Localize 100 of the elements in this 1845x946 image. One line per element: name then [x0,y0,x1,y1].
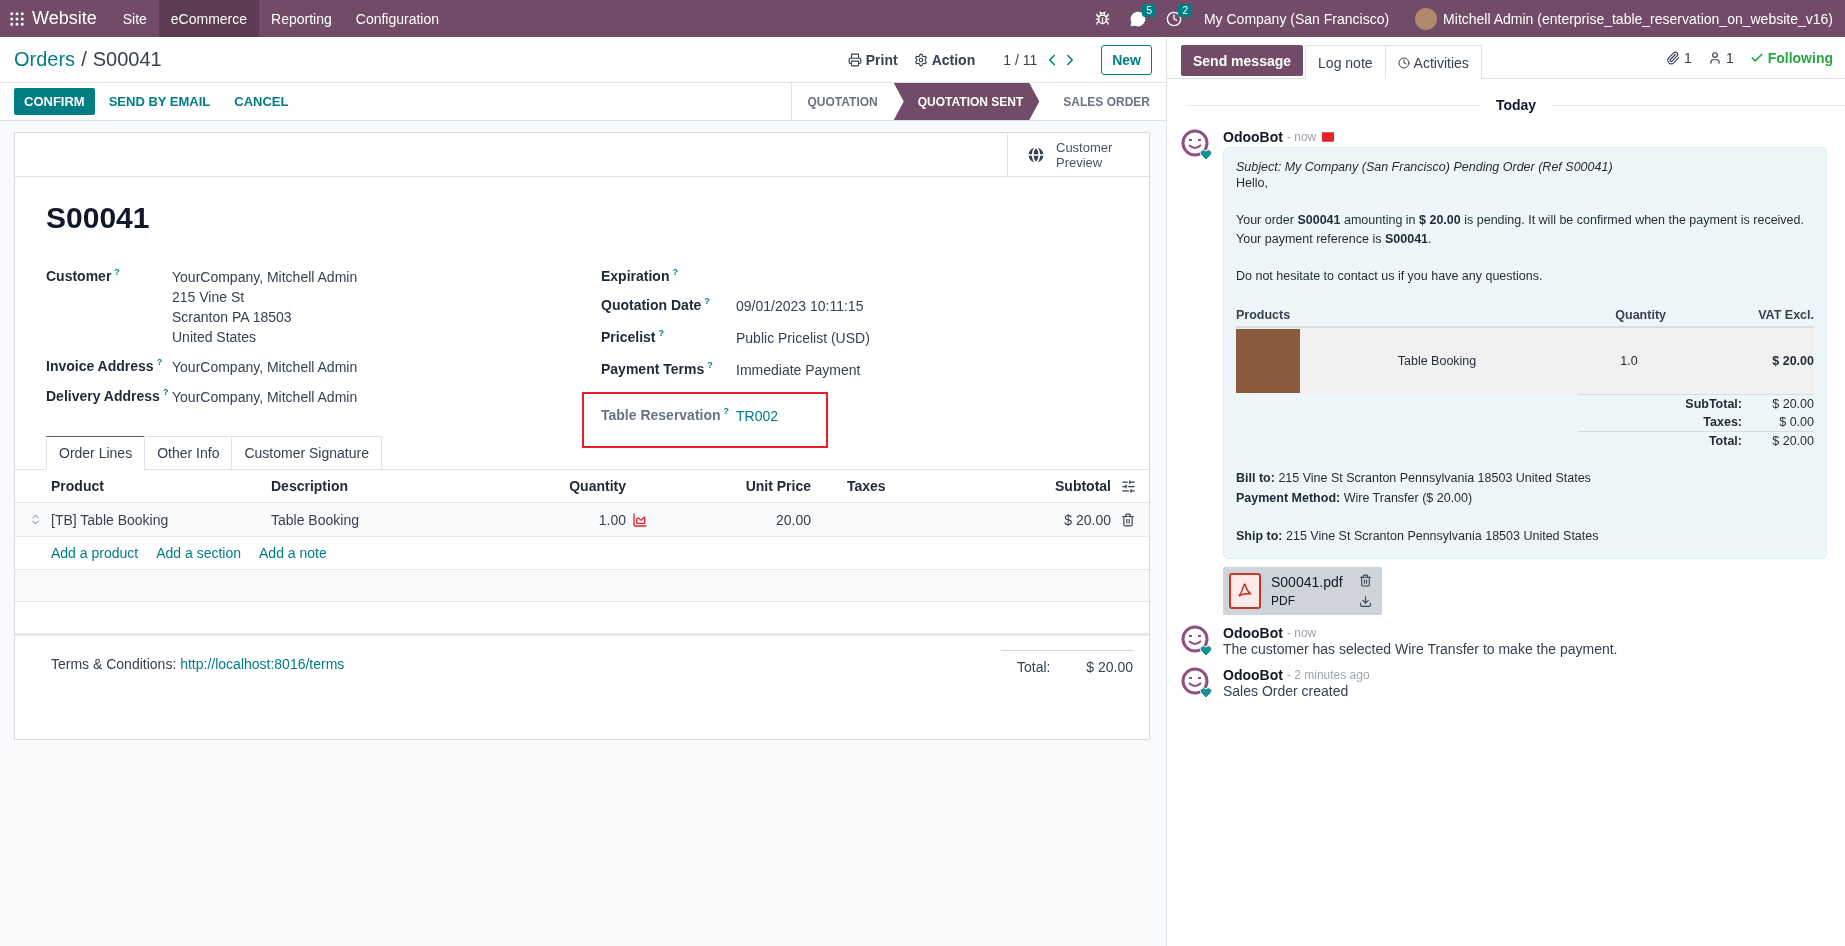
chatter-button[interactable]: Log note [1305,45,1386,79]
column-settings-icon[interactable] [1121,478,1136,494]
new-button[interactable]: New [1101,44,1152,75]
terms-link[interactable]: http://localhost:8016/terms [180,656,345,672]
total-value: $ 0.00 [1778,415,1814,429]
table-cell-text: Table Booking [1396,354,1478,368]
smiley-avatar-icon [1181,625,1213,657]
debug-icon[interactable] [1094,11,1110,26]
count-badge: 5 [1142,4,1156,17]
column-header[interactable]: Quantity [561,478,626,494]
column-header[interactable]: Unit Price [661,478,841,494]
count-badge: 2 [1178,4,1192,17]
forecast-chart-icon[interactable] [632,511,648,528]
field-value: YourCompany, Mitchell Admin [172,358,359,377]
notebook-tab[interactable]: Customer Signature [231,436,382,470]
total-value: $ 20.00 [1086,659,1133,675]
add-line-link[interactable]: Add a product [51,545,139,561]
paperclip-icon[interactable] [1666,50,1681,65]
message-author[interactable]: OdooBot [1223,129,1283,145]
message-text: Your order S00041 amounting in $ 20.00 is pending. It will be confirmed when the payment is received. [1236,213,1804,227]
message-time: - now [1286,626,1317,640]
photo-placeholder [1236,329,1300,393]
action-button[interactable]: CONFIRM [14,88,95,115]
breadcrumb-separator: / [81,48,87,71]
menu-item[interactable]: Reporting [259,0,344,37]
help-mark[interactable]: ? [723,405,730,416]
company-switcher[interactable]: My Company (San Francisco) [1191,0,1402,37]
menu-item[interactable]: Configuration [343,0,452,37]
help-mark[interactable]: ? [658,327,664,338]
help-mark[interactable]: ? [704,295,710,306]
chatter-button[interactable]: Activities [1384,45,1482,79]
field-value: Public Pricelist (USD) [736,328,871,348]
followers-icon[interactable] [1707,50,1722,65]
field-label: Payment Terms [601,360,705,377]
message-text: Hello, [1236,176,1268,190]
status-stage[interactable]: QUOTATION SENT [893,83,1040,120]
attachment-count[interactable]: 1 [1684,49,1692,66]
table-cell-text: 1.00 [597,511,626,528]
action-button[interactable]: SEND BY EMAIL [98,88,221,115]
pager-value: 1 / 11 [1003,51,1038,68]
clock-icon [1397,56,1410,69]
help-mark[interactable]: ? [162,387,169,397]
apps-menu-icon[interactable] [8,9,26,28]
message-text: The customer has selected Wire Transfer to make the payment. [1223,641,1619,657]
attachment-name: S00041.pdf [1271,574,1343,590]
chatter-button[interactable]: Send message [1181,45,1304,76]
breadcrumb-item: S00041 [92,48,162,71]
download-icon[interactable] [1358,595,1372,608]
attachment-type: PDF [1271,594,1296,608]
attachment-card[interactable]: S00041.pdf PDF [1223,567,1382,615]
message-author[interactable]: OdooBot [1223,625,1283,641]
globe-icon [1026,144,1046,165]
help-mark[interactable]: ? [156,357,163,367]
field-value: 215 Vine St [172,288,246,307]
field-label: Pricelist [601,328,656,345]
table-cell-text: Table Booking [271,511,360,528]
delete-icon[interactable] [1358,574,1372,587]
menu-item[interactable]: Site [110,0,159,37]
messages-icon[interactable] [1129,10,1146,27]
add-line-link[interactable]: Add a note [259,545,327,561]
help-mark[interactable]: ? [672,267,678,277]
column-header[interactable]: Product [51,478,271,494]
drag-handle-icon[interactable] [29,513,42,526]
action-button[interactable]: Action [905,51,984,68]
field-label: Expiration [601,267,670,284]
add-line-link[interactable]: Add a section [156,545,241,561]
smiley-avatar-icon [1181,667,1213,699]
detail-line: Bill to: 215 Vine St Scranton Pennsylvania 18503 United States [1236,470,1592,487]
menu-item[interactable]: eCommerce [158,0,260,37]
order-title: S00041 [45,200,151,236]
message-text: Do not hesitate to contact us if you have any questions. [1236,269,1543,283]
field-label: Delivery Address [46,387,160,404]
field-label: Invoice Address [46,357,154,374]
delete-icon[interactable] [1121,512,1135,527]
table-cell-text: $ 20.00 [1063,511,1111,528]
field-value: YourCompany, Mitchell Admin [172,268,359,287]
help-mark[interactable]: ? [707,359,713,370]
message-author[interactable]: OdooBot [1223,667,1283,683]
action-button[interactable]: CANCEL [224,88,299,115]
field-value: United States [172,328,258,347]
message-text: Sales Order created [1223,683,1350,699]
field-value: Immediate Payment [736,360,862,380]
help-mark[interactable]: ? [114,267,120,277]
message-time: - 2 minutes ago [1286,668,1370,682]
notebook-tab[interactable]: Order Lines [46,436,146,470]
detail-line: Ship to: 215 Vine St Scranton Pennsylvania 18503 United States [1236,528,1600,545]
date-separator: Today [1494,97,1538,113]
activity-clock-icon[interactable] [1165,10,1182,27]
table-cell-text: [TB] Table Booking [51,511,170,528]
table-cell-text: 1.0 [1619,354,1639,368]
field-link[interactable]: TR002 [736,407,779,424]
column-header[interactable]: Description [271,478,561,494]
column-header[interactable]: Taxes [841,478,961,494]
print-button[interactable]: Print [839,51,906,68]
notebook-tab[interactable]: Other Info [144,436,233,470]
breadcrumb-item[interactable]: Orders [14,48,76,71]
follower-count[interactable]: 1 [1725,49,1734,66]
column-header[interactable]: Subtotal [961,478,1111,494]
user-menu[interactable]: Mitchell Admin (enterprise_table_reservation_on_website_v16) [1443,0,1845,37]
app-name[interactable]: Website [26,8,111,29]
